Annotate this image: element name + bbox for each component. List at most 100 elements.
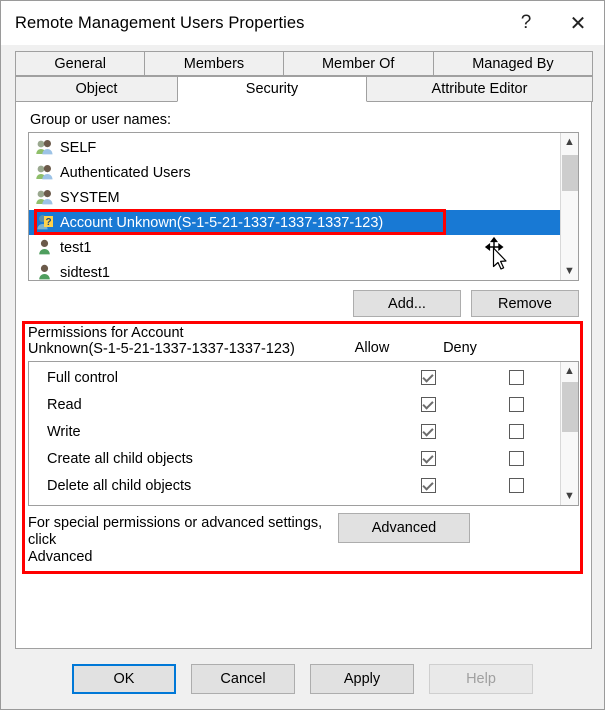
permission-label: Write — [29, 424, 384, 440]
list-item-label: sidtest1 — [60, 265, 110, 281]
table-row[interactable]: Write — [29, 418, 560, 445]
tab-row-1: General Members Member Of Managed By — [15, 51, 592, 76]
scroll-down-icon[interactable]: ▼ — [561, 487, 579, 505]
allow-checkbox[interactable] — [421, 370, 436, 385]
permissions-title-line1: Permissions for Account — [28, 325, 328, 341]
group-icon — [35, 163, 54, 182]
deny-checkbox[interactable] — [509, 424, 524, 439]
deny-checkbox[interactable] — [509, 478, 524, 493]
tab-attribute-editor[interactable]: Attribute Editor — [366, 76, 593, 102]
apply-button[interactable]: Apply — [310, 664, 414, 694]
group-icon — [35, 188, 54, 207]
allow-column-header: Allow — [328, 340, 416, 357]
list-item-selected[interactable]: ? Account Unknown(S-1-5-21-1337-1337-133… — [29, 210, 560, 235]
window-title: Remote Management Users Properties — [1, 14, 305, 33]
table-row[interactable]: Full control — [29, 364, 560, 391]
deny-cell[interactable] — [472, 370, 560, 385]
advanced-hint-line2: Advanced — [28, 549, 338, 566]
allow-checkbox[interactable] — [421, 397, 436, 412]
scroll-down-icon[interactable]: ▼ — [561, 262, 579, 280]
permissions-list-scrollbar[interactable]: ▲ ▼ — [560, 362, 578, 505]
advanced-section: For special permissions or advanced sett… — [28, 513, 579, 566]
ok-button[interactable]: OK — [72, 664, 176, 694]
allow-cell[interactable] — [384, 451, 472, 466]
scroll-thumb[interactable] — [562, 382, 578, 432]
allow-cell[interactable] — [384, 478, 472, 493]
security-tab-panel: Group or user names: SELF — [15, 101, 592, 649]
scroll-track[interactable] — [561, 380, 579, 487]
scroll-up-icon[interactable]: ▲ — [561, 133, 579, 151]
add-button[interactable]: Add... — [353, 290, 461, 317]
tab-row-2: Object Security Attribute Editor — [15, 76, 592, 102]
scroll-track[interactable] — [561, 151, 579, 262]
user-icon — [35, 238, 54, 257]
dialog-buttons: OK Cancel Apply Help — [1, 649, 604, 709]
close-icon[interactable]: ✕ — [552, 1, 604, 45]
allow-checkbox[interactable] — [421, 424, 436, 439]
list-item-label: Account Unknown(S-1-5-21-1337-1337-1337-… — [60, 215, 383, 231]
list-item-label: test1 — [60, 240, 91, 256]
permissions-title-line2: Unknown(S-1-5-21-1337-1337-1337-123) — [28, 341, 328, 357]
tab-managed-by[interactable]: Managed By — [433, 51, 593, 76]
tab-strip: General Members Member Of Managed By Obj… — [1, 45, 604, 102]
advanced-hint-text: For special permissions or advanced sett… — [28, 513, 338, 566]
advanced-hint-line1: For special permissions or advanced sett… — [28, 515, 338, 549]
deny-cell[interactable] — [472, 397, 560, 412]
svg-text:?: ? — [45, 217, 51, 228]
allow-cell[interactable] — [384, 397, 472, 412]
deny-cell[interactable] — [472, 478, 560, 493]
tab-general[interactable]: General — [15, 51, 145, 76]
title-bar: Remote Management Users Properties ? ✕ — [1, 1, 604, 45]
deny-checkbox[interactable] — [509, 397, 524, 412]
tab-members[interactable]: Members — [144, 51, 283, 76]
title-bar-buttons: ? ✕ — [500, 1, 604, 45]
table-row[interactable]: Read — [29, 391, 560, 418]
permission-label: Full control — [29, 370, 384, 386]
permission-label: Read — [29, 397, 384, 413]
deny-cell[interactable] — [472, 451, 560, 466]
allow-checkbox[interactable] — [421, 478, 436, 493]
unknown-account-icon: ? — [35, 213, 54, 232]
remove-button[interactable]: Remove — [471, 290, 579, 317]
permission-label: Create all child objects — [29, 451, 384, 467]
permission-label: Delete all child objects — [29, 478, 384, 494]
list-action-buttons: Add... Remove — [28, 290, 579, 317]
deny-checkbox[interactable] — [509, 370, 524, 385]
table-row[interactable]: Create all child objects — [29, 445, 560, 472]
scroll-thumb[interactable] — [562, 155, 578, 191]
user-list-items: SELF Authenticated Users — [29, 133, 560, 280]
list-item-label: Authenticated Users — [60, 165, 191, 181]
help-button: Help — [429, 664, 533, 694]
tab-object[interactable]: Object — [15, 76, 178, 102]
advanced-button[interactable]: Advanced — [338, 513, 470, 543]
group-or-user-names-list[interactable]: SELF Authenticated Users — [28, 132, 579, 281]
deny-checkbox[interactable] — [509, 451, 524, 466]
list-item-label: SYSTEM — [60, 190, 120, 206]
allow-checkbox[interactable] — [421, 451, 436, 466]
allow-cell[interactable] — [384, 424, 472, 439]
list-item[interactable]: test1 — [29, 235, 560, 260]
list-item[interactable]: SYSTEM — [29, 185, 560, 210]
allow-cell[interactable] — [384, 370, 472, 385]
tab-security[interactable]: Security — [177, 76, 367, 102]
cancel-button[interactable]: Cancel — [191, 664, 295, 694]
tab-member-of[interactable]: Member Of — [283, 51, 434, 76]
user-icon — [35, 263, 54, 280]
list-item[interactable]: SELF — [29, 135, 560, 160]
group-icon — [35, 138, 54, 157]
permissions-title: Permissions for Account Unknown(S-1-5-21… — [28, 325, 328, 357]
list-item[interactable]: sidtest1 — [29, 260, 560, 280]
scroll-up-icon[interactable]: ▲ — [561, 362, 579, 380]
properties-dialog: Remote Management Users Properties ? ✕ G… — [0, 0, 605, 710]
user-list-scrollbar[interactable]: ▲ ▼ — [560, 133, 578, 280]
table-row[interactable]: Delete all child objects — [29, 472, 560, 499]
permissions-header: Permissions for Account Unknown(S-1-5-21… — [28, 325, 579, 357]
permissions-list[interactable]: Full control Read Write Create all child… — [28, 361, 579, 506]
list-item-label: SELF — [60, 140, 96, 156]
group-or-user-names-label: Group or user names: — [30, 112, 579, 128]
permissions-list-items: Full control Read Write Create all child… — [29, 362, 560, 505]
help-icon[interactable]: ? — [500, 1, 552, 45]
list-item[interactable]: Authenticated Users — [29, 160, 560, 185]
deny-column-header: Deny — [416, 340, 504, 357]
deny-cell[interactable] — [472, 424, 560, 439]
